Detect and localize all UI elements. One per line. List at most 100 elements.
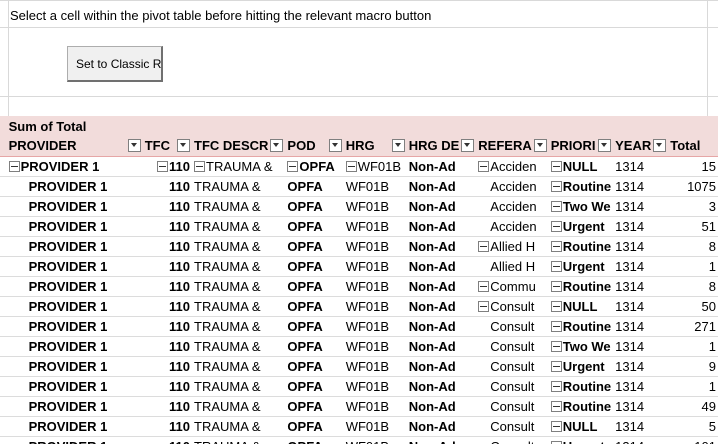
filter-dropdown-icon[interactable] xyxy=(391,139,405,153)
cell-tfc-description[interactable]: TRAUMA & xyxy=(192,176,286,197)
cell-year[interactable]: 1314 xyxy=(613,376,669,397)
cell-priority[interactable]: NULL xyxy=(548,156,614,177)
cell-provider[interactable]: PROVIDER 1 xyxy=(6,256,143,277)
cell-referral[interactable]: Consult xyxy=(476,436,549,444)
cell-total[interactable]: 8 xyxy=(668,236,718,257)
collapse-icon[interactable] xyxy=(550,180,562,192)
cell-hrg[interactable]: WF01B xyxy=(343,316,407,337)
cell-year[interactable]: 1314 xyxy=(613,356,669,377)
cell-referral[interactable]: Acciden xyxy=(476,176,549,197)
cell-hrg[interactable]: WF01B xyxy=(343,196,407,217)
header-total[interactable]: Total xyxy=(668,136,718,157)
cell-year[interactable]: 1314 xyxy=(613,316,669,337)
cell-tfc-description[interactable]: TRAUMA & xyxy=(192,436,286,444)
cell-hrg-description[interactable]: Non-Ad xyxy=(406,296,477,317)
cell-year[interactable]: 1314 xyxy=(613,236,669,257)
cell-hrg[interactable]: WF01B xyxy=(343,396,407,417)
header-hrg[interactable]: HRG xyxy=(343,136,407,157)
cell-hrg[interactable]: WF01B xyxy=(343,176,407,197)
cell-hrg[interactable]: WF01B xyxy=(343,336,407,357)
cell-hrg[interactable]: WF01B xyxy=(343,276,407,297)
cell-provider[interactable]: PROVIDER 1 xyxy=(6,156,143,177)
cell-hrg[interactable]: WF01B xyxy=(343,236,407,257)
cell-tfc-description[interactable]: TRAUMA & xyxy=(192,376,286,397)
cell-referral[interactable]: Allied H xyxy=(476,256,549,277)
collapse-icon[interactable] xyxy=(550,360,562,372)
cell-provider[interactable]: PROVIDER 1 xyxy=(6,336,143,357)
collapse-icon[interactable] xyxy=(550,440,562,444)
pivot-title[interactable]: Sum of Total xyxy=(6,116,143,136)
collapse-icon[interactable] xyxy=(550,400,562,412)
cell-tfc[interactable]: 110 xyxy=(142,316,193,337)
cell-total[interactable]: 1075 xyxy=(668,176,718,197)
cell-provider[interactable]: PROVIDER 1 xyxy=(6,216,143,237)
cell-total[interactable]: 1 xyxy=(668,376,718,397)
cell-total[interactable]: 101 xyxy=(668,436,718,444)
cell-hrg[interactable]: WF01B xyxy=(343,296,407,317)
cell-provider[interactable]: PROVIDER 1 xyxy=(6,376,143,397)
cell-year[interactable]: 1314 xyxy=(613,276,669,297)
cell-total[interactable]: 3 xyxy=(668,196,718,217)
cell-hrg[interactable]: WF01B xyxy=(343,216,407,237)
filter-dropdown-icon[interactable] xyxy=(328,139,342,153)
cell-hrg-description[interactable]: Non-Ad xyxy=(406,356,477,377)
set-to-classic-button[interactable]: Set to Classic R xyxy=(67,46,163,82)
cell-hrg-description[interactable]: Non-Ad xyxy=(406,256,477,277)
filter-dropdown-icon[interactable] xyxy=(461,139,475,153)
collapse-icon[interactable] xyxy=(550,280,562,292)
cell-hrg-description[interactable]: Non-Ad xyxy=(406,376,477,397)
cell-referral[interactable]: Consult xyxy=(476,336,549,357)
collapse-icon[interactable] xyxy=(550,340,562,352)
cell-hrg-description[interactable]: Non-Ad xyxy=(406,396,477,417)
collapse-icon[interactable] xyxy=(8,160,20,172)
cell-tfc-description[interactable]: TRAUMA & xyxy=(192,156,286,177)
collapse-icon[interactable] xyxy=(550,300,562,312)
cell-total[interactable]: 5 xyxy=(668,416,718,437)
cell-pod[interactable]: OPFA xyxy=(285,236,344,257)
cell-referral[interactable]: Consult xyxy=(476,316,549,337)
cell-priority[interactable]: NULL xyxy=(548,416,614,437)
cell-hrg-description[interactable]: Non-Ad xyxy=(406,276,477,297)
cell-priority[interactable]: Urgent xyxy=(548,436,614,444)
cell-provider[interactable]: PROVIDER 1 xyxy=(6,356,143,377)
cell-hrg-description[interactable]: Non-Ad xyxy=(406,156,477,177)
cell-pod[interactable]: OPFA xyxy=(285,316,344,337)
cell-hrg[interactable]: WF01B xyxy=(343,376,407,397)
cell-tfc[interactable]: 110 xyxy=(142,296,193,317)
cell-tfc[interactable]: 110 xyxy=(142,356,193,377)
cell-year[interactable]: 1314 xyxy=(613,336,669,357)
cell-tfc[interactable]: 110 xyxy=(142,396,193,417)
filter-dropdown-icon[interactable] xyxy=(653,139,667,153)
cell-pod[interactable]: OPFA xyxy=(285,416,344,437)
collapse-icon[interactable] xyxy=(550,220,562,232)
cell-pod[interactable]: OPFA xyxy=(285,436,344,444)
filter-dropdown-icon[interactable] xyxy=(533,139,547,153)
cell-year[interactable]: 1314 xyxy=(613,296,669,317)
cell-pod[interactable]: OPFA xyxy=(285,196,344,217)
collapse-icon[interactable] xyxy=(194,160,206,172)
cell-tfc-description[interactable]: TRAUMA & xyxy=(192,276,286,297)
header-year[interactable]: YEAR xyxy=(613,136,669,157)
filter-dropdown-icon[interactable] xyxy=(270,139,284,153)
cell-total[interactable]: 50 xyxy=(668,296,718,317)
filter-dropdown-icon[interactable] xyxy=(598,139,612,153)
cell-referral[interactable]: Consult xyxy=(476,416,549,437)
cell-priority[interactable]: Routine xyxy=(548,316,614,337)
cell-pod[interactable]: OPFA xyxy=(285,176,344,197)
cell-total[interactable]: 8 xyxy=(668,276,718,297)
cell-priority[interactable]: Routine xyxy=(548,176,614,197)
cell-priority[interactable]: Urgent xyxy=(548,356,614,377)
cell-hrg-description[interactable]: Non-Ad xyxy=(406,196,477,217)
cell-tfc-description[interactable]: TRAUMA & xyxy=(192,396,286,417)
cell-priority[interactable]: Two We xyxy=(548,196,614,217)
cell-referral[interactable]: Consult xyxy=(476,296,549,317)
header-tfc[interactable]: TFC xyxy=(142,136,193,157)
filter-dropdown-icon[interactable] xyxy=(127,139,141,153)
header-tfc-description[interactable]: TFC DESCR xyxy=(192,136,286,157)
cell-tfc-description[interactable]: TRAUMA & xyxy=(192,296,286,317)
cell-tfc[interactable]: 110 xyxy=(142,196,193,217)
cell-hrg-description[interactable]: Non-Ad xyxy=(406,176,477,197)
cell-tfc[interactable]: 110 xyxy=(142,216,193,237)
cell-provider[interactable]: PROVIDER 1 xyxy=(6,416,143,437)
cell-priority[interactable]: Routine xyxy=(548,276,614,297)
